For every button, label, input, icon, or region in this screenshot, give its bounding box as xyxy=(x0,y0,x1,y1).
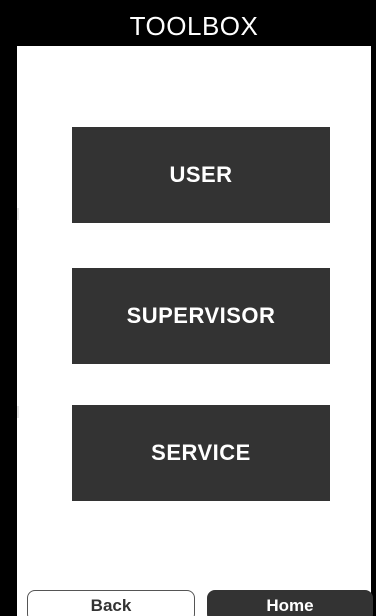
divider-mark xyxy=(17,208,19,220)
home-button[interactable]: Home xyxy=(207,590,373,616)
page-title: TOOLBOX xyxy=(129,11,259,41)
left-frame-border xyxy=(0,0,17,616)
toolbox-screen: TOOLBOX USER SUPERVISOR SERVICE Back Hom… xyxy=(0,0,376,616)
divider-mark xyxy=(17,406,19,418)
supervisor-button-label: SUPERVISOR xyxy=(126,303,276,328)
back-button-label: Back xyxy=(90,596,132,615)
service-button[interactable]: SERVICE xyxy=(72,405,330,501)
right-frame-border xyxy=(371,0,376,616)
title-bar: TOOLBOX xyxy=(17,0,371,46)
supervisor-button[interactable]: SUPERVISOR xyxy=(72,268,330,364)
service-button-label: SERVICE xyxy=(151,440,251,465)
user-button[interactable]: USER xyxy=(72,127,330,223)
back-button[interactable]: Back xyxy=(27,590,195,616)
home-button-label: Home xyxy=(266,596,314,615)
user-button-label: USER xyxy=(169,162,233,187)
